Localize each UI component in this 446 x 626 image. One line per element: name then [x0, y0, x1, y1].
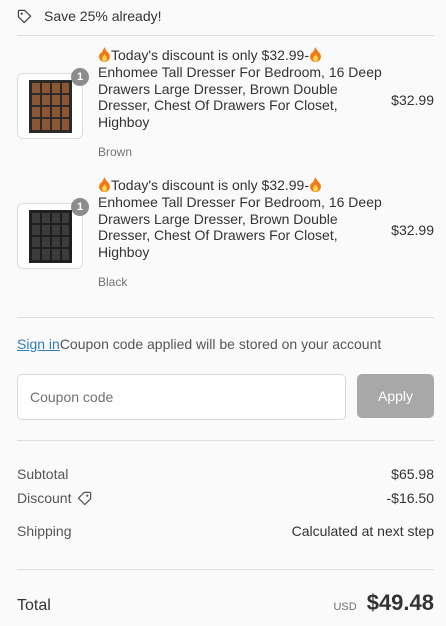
savings-text: Save 25% already! — [44, 8, 162, 24]
product-price: $32.99 — [391, 222, 434, 238]
fire-icon — [98, 177, 111, 192]
total-value-group: USD $49.48 — [333, 590, 434, 616]
discount-row: Discount -$16.50 — [17, 490, 434, 506]
line-item: 1 Today's discount is only $32.99- Enhom… — [17, 47, 434, 159]
signin-notice: Sign inCoupon code applied will be store… — [17, 336, 381, 352]
shipping-row: Shipping Calculated at next step — [17, 523, 434, 539]
coupon-code-input[interactable] — [17, 374, 346, 420]
subtotal-label: Subtotal — [17, 466, 69, 482]
apply-coupon-button[interactable]: Apply — [357, 374, 434, 418]
total-label: Total — [17, 597, 51, 614]
quantity-badge: 1 — [71, 198, 89, 216]
product-info: Today's discount is only $32.99- Enhomee… — [98, 47, 382, 159]
savings-banner: Save 25% already! — [17, 6, 162, 26]
product-variant: Black — [98, 274, 128, 289]
fire-icon — [309, 47, 322, 62]
sign-in-link[interactable]: Sign in — [17, 336, 60, 352]
product-title: Today's discount is only $32.99- Enhomee… — [98, 177, 382, 261]
subtotal-value: $65.98 — [391, 466, 434, 482]
divider — [17, 569, 434, 570]
product-info: Today's discount is only $32.99- Enhomee… — [98, 177, 382, 289]
signin-notice-text: Coupon code applied will be stored on yo… — [59, 336, 382, 352]
product-price: $32.99 — [391, 92, 434, 108]
divider — [17, 317, 434, 318]
quantity-badge: 1 — [71, 68, 89, 86]
discount-tag-icon — [77, 491, 92, 506]
price-tag-icon — [17, 9, 32, 24]
fire-icon — [309, 177, 322, 192]
shipping-value: Calculated at next step — [291, 523, 434, 539]
shipping-label: Shipping — [17, 523, 72, 539]
total-amount: $49.48 — [366, 590, 434, 615]
line-item: 1 Today's discount is only $32.99- Enhom… — [17, 177, 434, 289]
product-name: Enhomee Tall Dresser For Bedroom, 16 Dee… — [98, 193, 382, 261]
discount-value: -$16.50 — [386, 490, 434, 506]
divider — [17, 440, 434, 441]
subtotal-row: Subtotal $65.98 — [17, 466, 434, 482]
fire-icon — [98, 47, 111, 62]
product-title: Today's discount is only $32.99- Enhomee… — [98, 47, 382, 131]
divider — [17, 35, 434, 36]
discount-text: Today's discount is only $32.99- — [111, 47, 310, 63]
product-name: Enhomee Tall Dresser For Bedroom, 16 Dee… — [98, 63, 382, 131]
discount-label: Discount — [17, 490, 72, 506]
total-row: Total USD $49.48 — [17, 590, 434, 616]
discount-label-group: Discount — [17, 490, 92, 506]
discount-text: Today's discount is only $32.99- — [111, 177, 310, 193]
product-variant: Brown — [98, 144, 133, 159]
currency-code: USD — [333, 601, 357, 613]
